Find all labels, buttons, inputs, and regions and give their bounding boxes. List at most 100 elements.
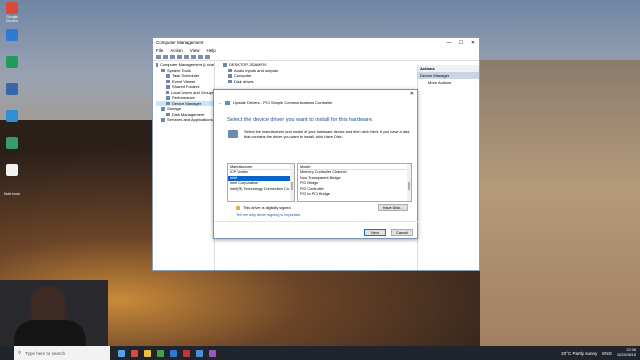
signed-text: This driver is digitally signed. (243, 206, 292, 210)
app-icon (6, 56, 18, 68)
toolbar (153, 54, 479, 61)
manufacturer-scrollbar[interactable] (290, 164, 294, 201)
actions-header: Actions (418, 65, 479, 72)
desktop-shortcut[interactable] (2, 110, 22, 134)
tree-item-icon (166, 79, 170, 83)
signed-status: This driver is digitally signed. (236, 206, 292, 210)
minimize-button[interactable]: — (443, 40, 455, 46)
help-icon[interactable] (184, 55, 189, 59)
maximize-button[interactable]: ☐ (455, 40, 467, 46)
taskbar-search[interactable]: ⚲ Type here to search (14, 346, 110, 360)
weather-status[interactable]: 20°C Partly sunny (561, 351, 597, 356)
update-drivers-dialog: ✕ ← Update Drivers - PCI Simple Communic… (213, 89, 419, 239)
tree-item-icon (161, 107, 165, 111)
window-titlebar: Computer Management — ☐ ✕ (153, 38, 479, 47)
taskbar: ⚲ Type here to search 20°C Partly sunny … (0, 346, 640, 360)
device-icon (228, 68, 232, 72)
have-disk-button[interactable]: Have Disk... (378, 204, 408, 211)
app-icon (6, 83, 18, 95)
actions-pane: Actions Device Manager More Actions (417, 65, 479, 270)
tree-item[interactable]: Services and Applications (156, 117, 214, 123)
device-item-label: Disk drives (234, 78, 254, 84)
search-icon: ⚲ (18, 350, 22, 355)
desktop-shortcut[interactable] (2, 83, 22, 107)
tree-item-icon (166, 112, 170, 116)
next-button[interactable]: Next (364, 229, 386, 236)
model-list[interactable]: Model Memory Controller Channel Non-Trans… (297, 163, 412, 202)
tree-item-icon (166, 96, 170, 100)
update-icon[interactable] (198, 55, 203, 59)
hardware-chip-icon (228, 130, 238, 138)
properties-icon[interactable] (177, 55, 182, 59)
desktop-shortcut[interactable]: Google Chrome (2, 2, 22, 26)
dialog-close-button[interactable]: ✕ (410, 91, 414, 97)
taskbar-app-icon[interactable] (183, 349, 190, 357)
app-icon (6, 137, 18, 149)
taskbar-app-icon[interactable] (157, 349, 164, 357)
clock[interactable]: 22:36 2022/06/15 (617, 348, 636, 358)
language-indicator[interactable]: ENG (602, 351, 612, 356)
menu-file[interactable]: File (156, 48, 163, 53)
dialog-separator (214, 221, 419, 222)
forward-icon[interactable] (163, 55, 168, 59)
tree-item-label: Services and Applications (167, 117, 213, 122)
device-item[interactable]: Disk drives (223, 79, 417, 85)
device-icon (223, 63, 227, 67)
desktop-shortcut[interactable] (2, 164, 22, 188)
tree-item-icon (161, 118, 165, 122)
actions-device-manager[interactable]: Device Manager (418, 72, 479, 79)
taskbar-app-icon[interactable] (196, 349, 203, 357)
tree-item-icon (156, 63, 158, 67)
taskbar-apps (118, 349, 216, 357)
back-icon[interactable] (156, 55, 161, 59)
driver-signing-link[interactable]: Tell me why driver signing is important (236, 213, 300, 217)
up-icon[interactable] (170, 55, 175, 59)
taskbar-app-icon[interactable] (144, 349, 151, 357)
dialog-title: Update Drivers - PCI Simple Communicatio… (233, 100, 333, 105)
taskbar-app-icon[interactable] (118, 349, 125, 357)
signed-driver-icon (236, 206, 240, 210)
desktop-shortcut[interactable] (2, 56, 22, 80)
taskbar-app-icon[interactable] (131, 349, 138, 357)
cancel-button[interactable]: Cancel (391, 229, 413, 236)
app-icon (6, 2, 18, 14)
app-icon (6, 164, 18, 176)
desktop-shortcut-notebook[interactable]: Note book (2, 191, 22, 215)
back-arrow-icon[interactable]: ← (218, 100, 222, 105)
navigation-tree: Computer Management (Local System Tools Ta… (153, 62, 215, 270)
close-button[interactable]: ✕ (467, 40, 479, 46)
manufacturer-list[interactable]: Manufacturer ICP Vortex Intel Intel Corpor… (227, 163, 295, 202)
menu-view[interactable]: View (190, 48, 200, 53)
model-scrollbar[interactable] (407, 164, 411, 201)
dialog-header: ← Update Drivers - PCI Simple Communicat… (218, 100, 333, 105)
device-list: DESKTOP-3DAMFIV Audio inputs and outputs C… (217, 62, 417, 84)
menu-help[interactable]: Help (206, 48, 215, 53)
manufacturer-item[interactable]: Intel(R) Technology Connection Co... (228, 187, 294, 193)
presenter-shirt (14, 320, 86, 346)
dialog-heading: Select the device driver you want to ins… (227, 117, 374, 123)
tree-item-icon (166, 74, 170, 78)
actions-more-actions[interactable]: More Actions (418, 79, 479, 86)
model-item[interactable]: PCI to PCI Bridge (298, 192, 411, 198)
scan-icon[interactable] (191, 55, 196, 59)
desktop-icons: Google Chrome Note book (2, 2, 24, 218)
taskbar-app-icon[interactable] (170, 349, 177, 357)
disable-icon[interactable] (205, 55, 210, 59)
system-tray: 20°C Partly sunny ENG 22:36 2022/06/15 (561, 348, 640, 358)
tree-item-icon (166, 101, 170, 105)
tree-item-icon (166, 85, 170, 89)
taskbar-app-icon[interactable] (209, 349, 216, 357)
clock-date: 2022/06/15 (616, 353, 636, 357)
desktop-shortcut[interactable] (2, 29, 22, 53)
app-icon (6, 29, 18, 41)
desktop-shortcut-label: Google Chrome (5, 15, 19, 23)
device-icon (228, 74, 232, 78)
search-placeholder: Type here to search (25, 350, 66, 356)
window-controls: — ☐ ✕ (443, 40, 479, 46)
menu-action[interactable]: Action (170, 48, 183, 53)
desktop-shortcut[interactable] (2, 137, 22, 161)
device-icon (228, 79, 232, 83)
tree-item-icon (166, 90, 169, 94)
tree-item-icon (161, 68, 165, 72)
desktop-shortcut-label: Note book (4, 192, 20, 196)
